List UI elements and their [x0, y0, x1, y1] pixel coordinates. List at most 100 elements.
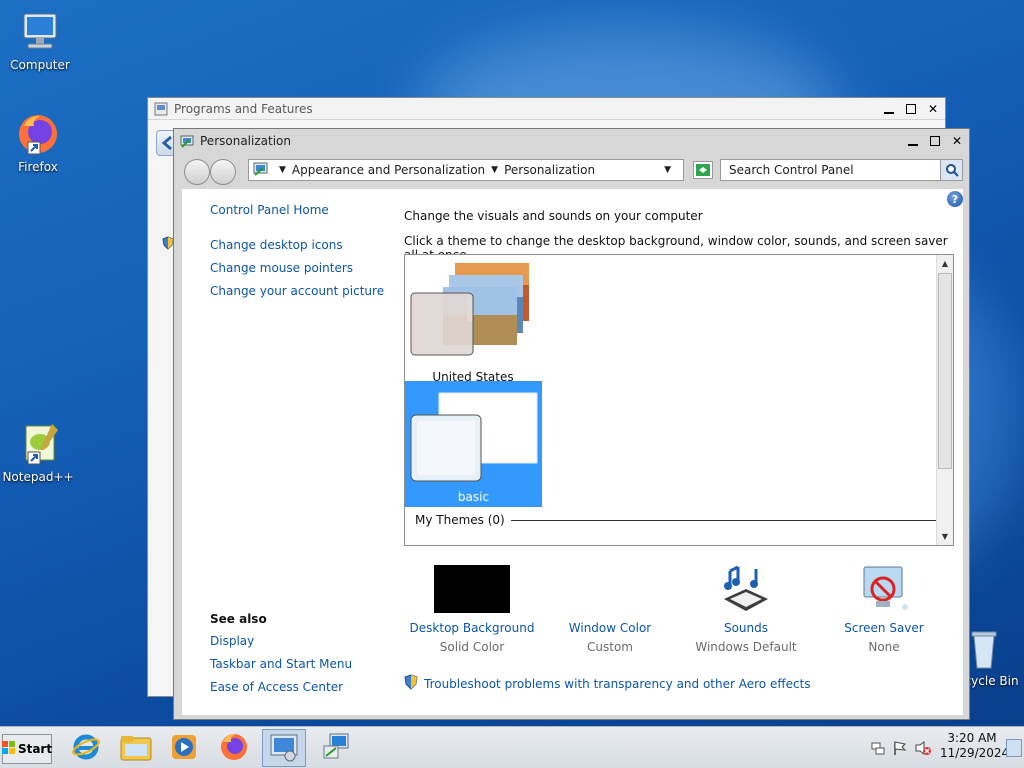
- search-placeholder: Search Control Panel: [729, 163, 854, 177]
- start-label: Start: [17, 742, 53, 756]
- change-mouse-pointers-link[interactable]: Change mouse pointers: [210, 261, 353, 275]
- personalization-window[interactable]: Personalization ✕ ▼ Appearance and Perso…: [173, 128, 970, 720]
- display-link[interactable]: Display: [210, 634, 254, 648]
- window-color-preview: [540, 565, 680, 621]
- troubleshoot-link[interactable]: Troubleshoot problems with transparency …: [424, 677, 811, 691]
- computer-icon: [16, 8, 64, 56]
- page-heading: Change the visuals and sounds on your co…: [404, 209, 703, 223]
- minimize-button[interactable]: [879, 100, 899, 118]
- control-panel-icon: [154, 102, 168, 116]
- forward-button[interactable]: [210, 159, 236, 185]
- taskbar-start-menu-link[interactable]: Taskbar and Start Menu: [210, 657, 352, 671]
- change-desktop-icons-link[interactable]: Change desktop icons: [210, 238, 343, 252]
- troubleshoot-row[interactable]: Troubleshoot problems with transparency …: [404, 674, 811, 693]
- theme-label: basic: [457, 490, 490, 504]
- window-color-option[interactable]: Window Color Custom: [540, 565, 680, 654]
- action-center-flag-icon[interactable]: [892, 740, 908, 759]
- sounds-icon: [676, 565, 816, 613]
- media-player-icon: [169, 732, 199, 765]
- taskbar-internet-explorer[interactable]: [64, 729, 108, 767]
- back-button[interactable]: [184, 159, 210, 185]
- desktop-icon-firefox[interactable]: Firefox: [0, 110, 76, 174]
- clock[interactable]: 3:20 AM 11/29/2024: [940, 731, 1010, 761]
- shield-icon: [404, 674, 418, 693]
- desktop-background-link[interactable]: Desktop Background: [402, 621, 542, 635]
- search-input[interactable]: Search Control Panel: [720, 159, 963, 181]
- search-icon[interactable]: [940, 160, 962, 180]
- titlebar[interactable]: Personalization ✕: [174, 129, 969, 153]
- clock-date: 11/29/2024: [940, 746, 1010, 760]
- desktop-background-option[interactable]: Desktop Background Solid Color: [402, 565, 542, 654]
- theme-basic[interactable]: basic: [405, 381, 542, 507]
- close-button[interactable]: ✕: [923, 100, 943, 118]
- screen-saver-link[interactable]: Screen Saver: [814, 621, 954, 635]
- taskbar-control-panel[interactable]: [262, 729, 306, 767]
- network-icon[interactable]: [870, 740, 886, 759]
- desktop-icon-label: Firefox: [18, 160, 58, 174]
- windows-logo-icon: [1, 740, 16, 758]
- refresh-button[interactable]: [693, 161, 713, 179]
- address-bar[interactable]: ▼ Appearance and Personalization ▼ Perso…: [248, 159, 684, 181]
- volume-muted-icon[interactable]: [914, 740, 932, 759]
- control-panel-icon: [268, 732, 300, 765]
- internet-explorer-icon: [71, 732, 101, 765]
- separator-line: [510, 519, 939, 521]
- firefox-icon: [14, 110, 62, 158]
- sounds-value: Windows Default: [695, 640, 797, 654]
- close-button[interactable]: ✕: [947, 132, 967, 150]
- scrollbar-thumb[interactable]: [938, 273, 952, 469]
- taskbar: Start 3:20 AM 11/29/2024: [0, 726, 1024, 768]
- see-also-heading: See also: [210, 612, 267, 626]
- folder-icon: [119, 732, 153, 765]
- desktop-background-value: Solid Color: [439, 640, 505, 654]
- desktop-icon-label: Computer: [10, 58, 70, 72]
- content-pane: Control Panel Home Change desktop icons …: [182, 189, 963, 715]
- window-color-value: Custom: [587, 640, 633, 654]
- ease-of-access-link[interactable]: Ease of Access Center: [210, 680, 343, 694]
- theme-preview-united-states: [410, 263, 529, 356]
- control-panel-home-link[interactable]: Control Panel Home: [210, 203, 329, 217]
- breadcrumb-separator-icon[interactable]: ▼: [491, 165, 498, 175]
- theme-preview-basic: [410, 392, 538, 482]
- start-button[interactable]: Start: [1, 734, 53, 764]
- control-panel-icon: [253, 162, 269, 179]
- taskbar-media-player[interactable]: [162, 729, 206, 767]
- show-desktop-button[interactable]: [1006, 739, 1022, 757]
- computer-network-icon: [320, 732, 352, 765]
- theme-united-states[interactable]: United States: [409, 259, 537, 384]
- breadcrumb-separator-icon[interactable]: ▼: [279, 165, 286, 175]
- sounds-link[interactable]: Sounds: [676, 621, 816, 635]
- maximize-button[interactable]: [925, 132, 945, 150]
- screen-saver-icon: [814, 565, 954, 613]
- breadcrumb-item[interactable]: Appearance and Personalization: [292, 163, 485, 177]
- scroll-up-icon[interactable]: ▲: [937, 255, 953, 272]
- desktop-icon-notepadpp[interactable]: Notepad++: [0, 420, 76, 484]
- window-title: Programs and Features: [174, 101, 313, 116]
- my-themes-group: My Themes (0): [415, 513, 939, 527]
- help-icon[interactable]: ?: [947, 191, 963, 207]
- firefox-icon: [219, 732, 249, 765]
- taskbar-firefox[interactable]: [212, 729, 256, 767]
- taskbar-file-explorer[interactable]: [114, 729, 158, 767]
- window-color-link[interactable]: Window Color: [540, 621, 680, 635]
- address-dropdown-icon[interactable]: ▼: [664, 165, 671, 175]
- screen-saver-option[interactable]: Screen Saver None: [814, 565, 954, 654]
- change-account-picture-link[interactable]: Change your account picture: [210, 284, 384, 298]
- breadcrumb-item[interactable]: Personalization: [504, 163, 595, 177]
- scroll-down-icon[interactable]: ▼: [937, 528, 953, 545]
- titlebar[interactable]: Programs and Features ✕: [148, 98, 945, 120]
- clock-time: 3:20 AM: [947, 731, 997, 745]
- navigation-bar: ▼ Appearance and Personalization ▼ Perso…: [182, 157, 963, 185]
- screen-saver-value: None: [868, 640, 900, 654]
- desktop-background-preview: [434, 565, 510, 613]
- personalization-icon: [180, 134, 194, 148]
- theme-list[interactable]: United States basic My Themes (0) ▲ ▼: [404, 254, 954, 546]
- minimize-button[interactable]: [903, 132, 923, 150]
- taskbar-remote-app[interactable]: [314, 729, 358, 767]
- maximize-button[interactable]: [901, 100, 921, 118]
- notepad-plus-plus-icon: [14, 420, 62, 468]
- vertical-scrollbar[interactable]: ▲ ▼: [936, 255, 953, 545]
- desktop-icon-computer[interactable]: Computer: [2, 8, 78, 72]
- sounds-option[interactable]: Sounds Windows Default: [676, 565, 816, 654]
- desktop-icon-label: Notepad++: [2, 470, 74, 484]
